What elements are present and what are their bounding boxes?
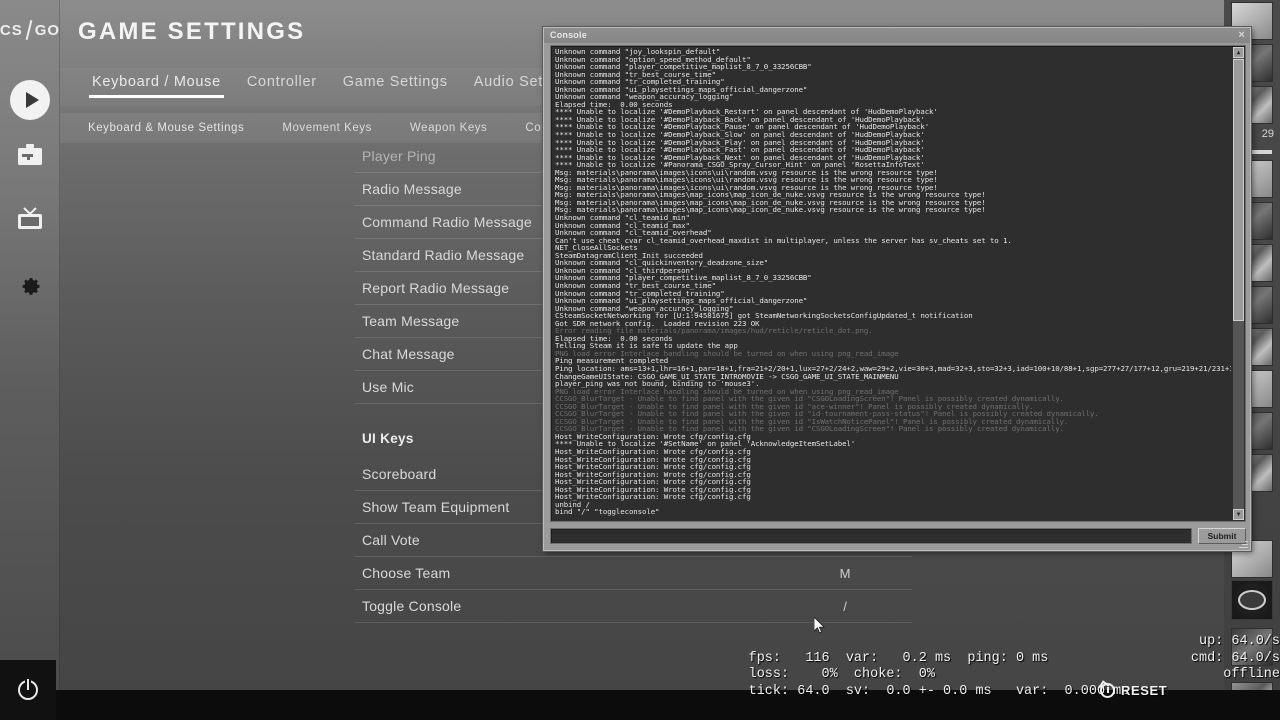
inventory-icon — [16, 143, 44, 169]
console-input-row: Submit — [550, 528, 1246, 544]
sidebar-nav: CS GO — [0, 0, 60, 690]
tab-game-settings[interactable]: Game Settings — [330, 68, 461, 90]
setting-row-choose-team[interactable]: Choose Team M — [355, 557, 912, 590]
console-titlebar: Console × — [544, 28, 1250, 43]
console-log-line: Can't use cheat cvar cl_teamid_overhead_… — [555, 237, 1231, 245]
scroll-up-icon[interactable]: ▲ — [1233, 47, 1244, 58]
setting-label: Report Radio Message — [362, 280, 509, 296]
scrollbar-thumb[interactable] — [1233, 59, 1244, 321]
power-icon — [18, 680, 38, 700]
setting-label: Show Team Equipment — [362, 499, 510, 515]
csgo-logo[interactable]: CS GO — [0, 0, 60, 60]
app-root: 29 CS GO — [0, 0, 1280, 720]
subtab-keyboard-mouse-settings[interactable]: Keyboard & Mouse Settings — [88, 122, 244, 134]
setting-label: Scoreboard — [362, 466, 436, 482]
rank-ring-icon — [1238, 590, 1266, 610]
setting-label: Use Mic — [362, 379, 414, 395]
play-icon — [10, 80, 50, 120]
setting-keybind-value[interactable]: M — [825, 566, 865, 581]
setting-label: Standard Radio Message — [362, 247, 524, 263]
console-log-line: Host_WriteConfiguration: Wrote cfg/confi… — [555, 493, 1231, 501]
console-window[interactable]: Console × Unknown command "joy_lookspin_… — [543, 27, 1251, 551]
setting-label: Choose Team — [362, 565, 450, 581]
setting-label: Chat Message — [362, 346, 455, 362]
sidebar-item-inventory[interactable] — [0, 132, 60, 180]
reset-label: RESET — [1121, 683, 1167, 698]
logo-slash-icon — [24, 21, 34, 39]
tab-controller[interactable]: Controller — [234, 68, 330, 90]
setting-row-toggle-console[interactable]: Toggle Console / — [355, 590, 912, 623]
netgraph-line-1: fps: 116 var: 0.2 ms ping: 0 ms up: 64.0… — [700, 634, 1280, 651]
netgraph-tick-stats: tick: 64.0 sv: 0.0 +- 0.0 ms var: 0.000 … — [749, 684, 1130, 699]
setting-label: Call Vote — [362, 532, 420, 548]
reset-button[interactable]: RESET — [1100, 683, 1167, 698]
rank-badge — [1231, 580, 1273, 620]
setting-label: UI Keys — [362, 431, 414, 446]
console-log-line: bind "/" "toggleconsole" — [555, 508, 1231, 516]
setting-label: Radio Message — [362, 181, 462, 197]
tab-keyboard-mouse[interactable]: Keyboard / Mouse — [79, 68, 234, 90]
subtab-weapon-keys[interactable]: Weapon Keys — [410, 122, 487, 134]
console-scrollbar[interactable]: ▲ ▼ — [1233, 47, 1244, 520]
setting-keybind-value[interactable]: / — [825, 599, 865, 614]
netgraph-connection-state: offline — [1150, 667, 1280, 684]
gear-icon — [18, 272, 42, 296]
console-output-area: Unknown command "joy_lookspin_default"Un… — [550, 45, 1246, 522]
sidebar-item-watch[interactable] — [0, 196, 60, 244]
reset-icon — [1100, 683, 1115, 698]
setting-label: Team Message — [362, 313, 459, 329]
console-title-text: Console — [550, 30, 587, 40]
netgraph-line-2: loss: 0% choke: 0% cmd: 64.0/s — [700, 651, 1280, 668]
sidebar-item-play[interactable] — [0, 76, 60, 124]
setting-label: Player Ping — [362, 148, 436, 164]
subtab-movement-keys[interactable]: Movement Keys — [282, 122, 372, 134]
netgraph-line-3: tick: 64.0 sv: 0.0 +- 0.0 ms var: 0.000 … — [700, 667, 1280, 684]
resize-grip-icon[interactable] — [1238, 538, 1248, 548]
quit-button[interactable] — [0, 660, 56, 720]
netgraph-cmd-rate: cmd: 64.0/s — [1150, 651, 1280, 668]
scroll-down-icon[interactable]: ▼ — [1233, 509, 1244, 520]
netgraph-up-rate: up: 64.0/s — [1150, 634, 1280, 651]
logo-text-cs: CS — [0, 22, 23, 39]
setting-label: Toggle Console — [362, 598, 461, 614]
tv-icon — [15, 207, 45, 233]
friends-count: 29 — [1262, 128, 1274, 140]
console-input[interactable] — [550, 528, 1192, 544]
close-icon[interactable]: × — [1238, 30, 1245, 41]
logo-text-go: GO — [35, 22, 60, 39]
setting-label: Command Radio Message — [362, 214, 532, 230]
net-graph: fps: 116 var: 0.2 ms ping: 0 ms up: 64.0… — [700, 634, 1280, 694]
sidebar-item-settings[interactable] — [0, 260, 60, 308]
console-log: Unknown command "joy_lookspin_default"Un… — [555, 48, 1231, 519]
page-title: GAME SETTINGS — [78, 18, 305, 46]
